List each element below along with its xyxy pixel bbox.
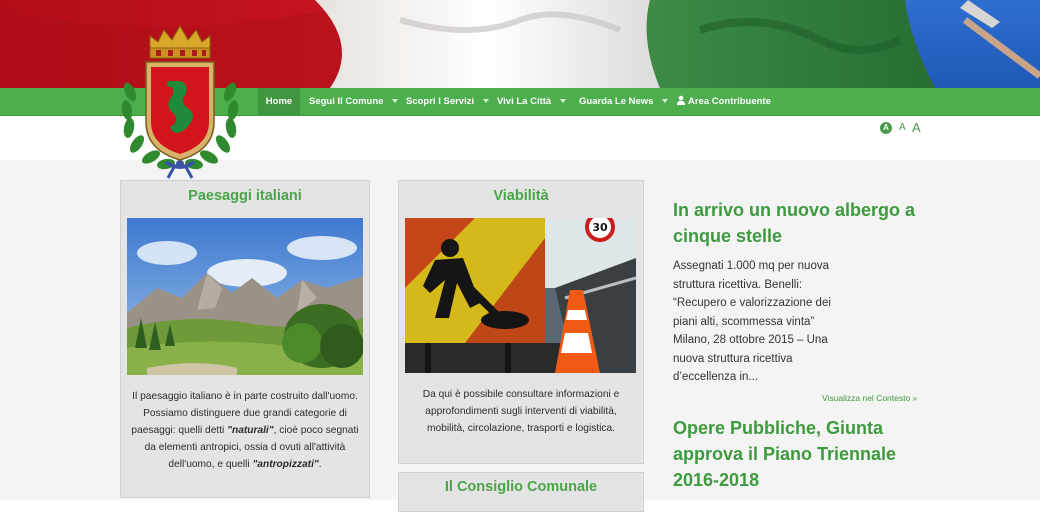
nav-item-label: Home	[265, 96, 293, 107]
nav-item-label: Guarda Le News	[579, 96, 654, 107]
user-icon	[676, 95, 686, 105]
nav-item-home[interactable]: Home	[258, 88, 300, 115]
emphasis-text: "antropizzati"	[252, 459, 319, 470]
caret-down-icon	[560, 99, 567, 104]
nav-item-scopri-i-servizi[interactable]: Scopri I Servizi	[406, 88, 490, 115]
nav-item-segui-il-comune[interactable]: Segui Il Comune	[309, 88, 399, 115]
news-title[interactable]: In arrivo un nuovo albergo a cinque stel…	[673, 197, 933, 249]
caret-down-icon	[483, 99, 490, 104]
nav-item-vivi-la-citta[interactable]: Vivi La Città	[497, 88, 567, 115]
nav-item-label: Vivi La Città	[497, 96, 552, 107]
municipal-crest-logo[interactable]	[118, 22, 242, 182]
mountain-landscape-image[interactable]	[127, 218, 363, 375]
emphasis-text: "naturali"	[227, 425, 274, 436]
card-viabilita: Viabilità 30 Da qui è possibile consulta…	[398, 180, 644, 464]
crest-emblem-icon	[121, 24, 239, 179]
card-title: Paesaggi italiani	[188, 188, 302, 204]
nav-item-area-contribuente[interactable]: Area Contribuente	[676, 88, 771, 115]
card-description: Da qui è possibile consultare informazio…	[422, 389, 620, 434]
read-more-link[interactable]: Visualizza nel Contesto »	[822, 393, 917, 403]
card-title: Il Consiglio Comunale	[444, 479, 598, 495]
nav-item-label: Segui Il Comune	[309, 96, 384, 107]
nav-item-guarda-le-news[interactable]: Guarda Le News	[579, 88, 669, 115]
font-size-large-button[interactable]: A	[912, 120, 921, 135]
font-size-medium-button[interactable]: A	[899, 122, 906, 133]
nav-item-label: Scopri I Servizi	[406, 96, 475, 107]
speed-limit-sign-text: 30	[592, 221, 608, 234]
nav-item-label: Area Contribuente	[688, 96, 771, 107]
card-consiglio-comunale: Il Consiglio Comunale	[398, 472, 644, 512]
news-title[interactable]: Opere Pubbliche, Giunta approva il Piano…	[673, 415, 935, 493]
roadworks-image[interactable]: 30	[405, 218, 636, 373]
news-excerpt: Assegnati 1.000 mq per nuova struttura r…	[673, 260, 831, 383]
caret-down-icon	[392, 99, 399, 104]
card-paesaggi-italiani: Paesaggi italiani Il paesaggio italiano …	[120, 180, 370, 498]
card-description: Il paesaggio italiano è in parte costrui…	[131, 388, 359, 473]
card-text: .	[318, 459, 322, 470]
caret-down-icon	[662, 99, 669, 104]
font-size-default-button[interactable]: A	[880, 122, 892, 134]
card-title: Viabilità	[493, 188, 549, 204]
